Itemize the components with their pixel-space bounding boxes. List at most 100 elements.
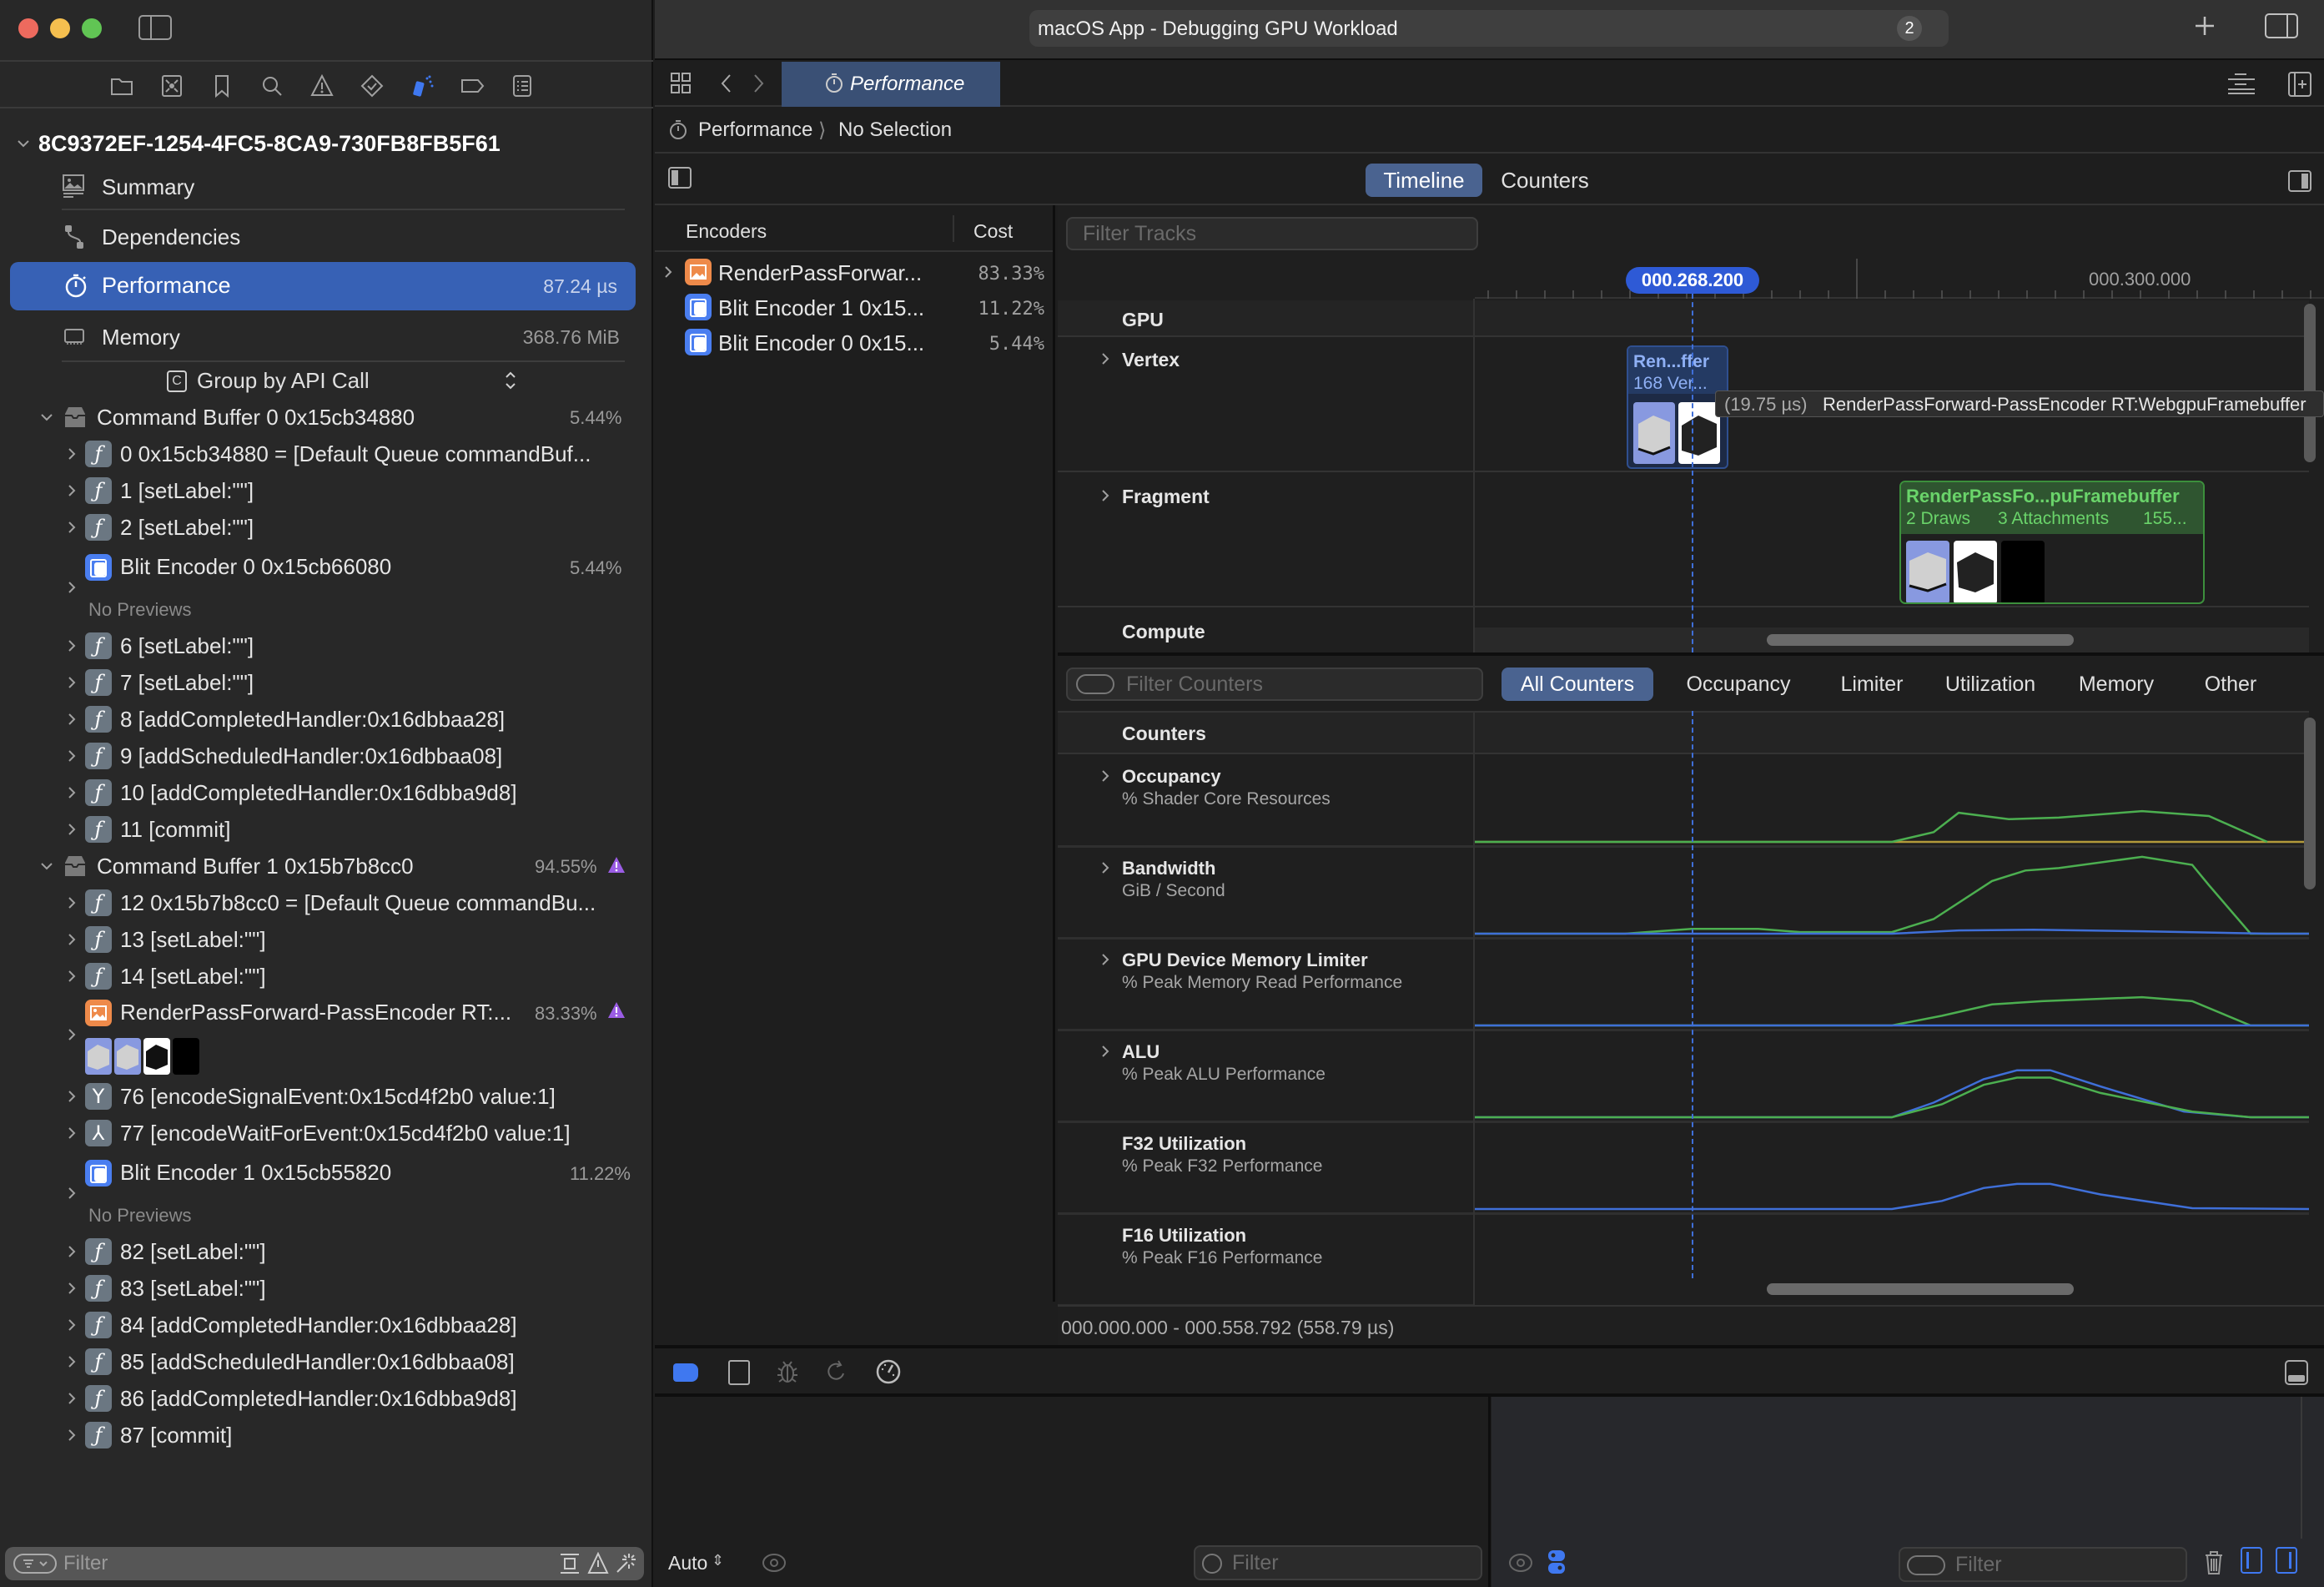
api-call-row[interactable]: ƒ 11 [commit] [0,811,653,848]
chevron-right-icon[interactable] [1097,859,1114,876]
chevron-right-icon[interactable] [63,1317,80,1333]
timeline-ruler[interactable]: 000.300.000 [1475,259,2324,299]
counter-tab-utilization[interactable]: Utilization [1929,668,2052,701]
chevron-right-icon[interactable] [63,1427,80,1443]
counter-graph[interactable] [1475,1031,2309,1121]
timeline-horizontal-scrollbar[interactable] [1767,634,2074,646]
chevron-right-icon[interactable] [63,1125,80,1141]
forward-icon[interactable] [750,72,767,95]
counter-row[interactable]: Occupancy% Shader Core Resources [1058,756,2309,848]
api-call-row[interactable]: ƒ 2 [setLabel:""] [0,509,653,546]
chevron-right-icon[interactable] [63,482,80,499]
sidebar-item-performance[interactable]: Performance 87.24 µs [10,262,636,310]
zoom-window-button[interactable] [82,18,102,38]
capture-root[interactable]: 8C9372EF-1254-4FC5-8CA9-730FB8FB5F61 [0,125,653,162]
attachment-thumbnail[interactable] [1633,402,1675,464]
add-icon[interactable] [2192,13,2217,38]
attachment-thumbnail[interactable] [85,1038,112,1075]
counter-tab-limiter[interactable]: Limiter [1820,668,1924,701]
chevron-right-icon[interactable] [1097,1043,1114,1060]
console-scrollbar[interactable] [2301,1397,2302,1539]
warning-icon[interactable] [607,856,626,874]
folder-icon[interactable] [109,73,134,98]
test-diamond-icon[interactable] [360,73,385,98]
magic-wand-icon[interactable] [614,1552,637,1575]
playhead-line[interactable] [1692,294,1693,652]
encoder-row[interactable]: RenderPassForwar... 83.33% [655,255,1053,289]
counters-vertical-scrollbar[interactable] [2304,718,2316,889]
search-icon[interactable] [259,73,284,98]
trash-icon[interactable] [2204,1550,2224,1575]
counters-horizontal-scrollbar[interactable] [1767,1283,2074,1295]
attachment-thumbnail[interactable] [114,1038,141,1075]
chevron-right-icon[interactable] [63,821,80,838]
counter-row[interactable]: ALU % Peak ALU Performance [1058,1031,2309,1123]
sidebar-item-summary[interactable]: Summary [0,169,653,205]
filter-options-icon[interactable] [1076,674,1114,694]
chevron-down-icon[interactable] [15,135,32,152]
counter-graph[interactable] [1475,848,2309,937]
counter-tab-occupancy[interactable]: Occupancy [1662,668,1815,701]
chevron-right-icon[interactable] [63,1353,80,1370]
chevron-right-icon[interactable] [1097,768,1114,784]
warning-icon[interactable] [607,1001,626,1020]
command-buffer-row[interactable]: Command Buffer 0 0x15cb34880 5.44% [0,399,653,436]
mode-counters[interactable]: Counters [1491,164,1599,197]
breadcrumb-performance[interactable]: Performance [698,118,812,142]
variables-filter-field[interactable]: Filter [1194,1545,1482,1580]
filter-options-icon[interactable] [1907,1555,1945,1575]
chevron-right-icon[interactable] [63,446,80,462]
breakpoint-icon[interactable] [460,73,485,98]
filter-tracks-field[interactable]: Filter Tracks [1066,217,1478,250]
toggle-left-panel-icon[interactable] [668,167,692,189]
console-filter-field[interactable]: Filter [1899,1547,2187,1582]
api-call-row[interactable]: ƒ 85 [addScheduledHandler:0x16dbbaa08] [0,1343,653,1380]
counter-tab-memory[interactable]: Memory [2057,668,2176,701]
vertex-encoder-block[interactable]: Ren...ffer 168 Ver... [1627,345,1728,469]
api-call-row[interactable]: ƒ 0 0x15cb34880 = [Default Queue commandB… [0,436,653,472]
reload-icon[interactable] [825,1358,848,1385]
back-icon[interactable] [718,72,735,95]
sidebar-item-dependencies[interactable]: Dependencies [0,219,653,255]
counter-tab-all-counters[interactable]: All Counters [1502,668,1653,701]
chevron-right-icon[interactable] [1097,350,1114,367]
attachment-thumbnail[interactable] [2001,541,2045,602]
api-call-row[interactable]: ƒ 8 [addCompletedHandler:0x16dbbaa28] [0,701,653,738]
chevron-right-icon[interactable] [63,931,80,948]
output-toggle-icon[interactable] [1547,1549,1567,1575]
breakpoints-toggle-icon[interactable] [673,1363,698,1382]
warning-filter-icon[interactable] [587,1552,609,1575]
api-call-row[interactable]: ƒ 82 [setLabel:""] [0,1233,653,1270]
eye-icon[interactable] [762,1552,787,1574]
api-call-row[interactable]: ƒ 86 [addCompletedHandler:0x16dbba9d8] [0,1380,653,1417]
variables-scope-popup[interactable]: Auto [668,1552,707,1574]
filter-options-icon[interactable] [13,1554,57,1574]
column-header-cost[interactable]: Cost [973,220,1013,243]
attachment-thumbnail[interactable] [1906,541,1949,602]
toggle-debug-area-icon[interactable] [2285,1360,2308,1385]
toggle-right-panel-icon[interactable] [2288,170,2311,192]
api-call-row[interactable]: ƒ 83 [setLabel:""] [0,1270,653,1307]
chevron-right-icon[interactable] [63,637,80,654]
chevron-right-icon[interactable] [63,519,80,536]
encoder-row[interactable]: Blit Encoder 0 0x15... 5.44% [655,325,1053,359]
api-call-row[interactable]: ƒ 14 [setLabel:""] [0,958,653,995]
counter-graph[interactable] [1475,756,2309,845]
filter-counters-field[interactable]: Filter Counters [1066,668,1483,701]
chevron-right-icon[interactable] [63,894,80,911]
issue-count-badge[interactable]: 2 [1897,16,1922,41]
sidebar-item-memory[interactable]: Memory 368.76 MiB [0,319,653,355]
device-icon[interactable] [728,1360,750,1385]
show-variables-icon[interactable] [2241,1547,2262,1574]
counter-graph[interactable] [1475,940,2309,1029]
chevron-down-icon[interactable] [38,409,55,426]
add-editor-icon[interactable] [2288,72,2311,97]
activity-view[interactable]: macOS App - Debugging GPU Workload 2 [1029,10,1949,47]
blit-encoder-row[interactable]: Blit Encoder 1 0x15cb55820 11.22% No Previ… [0,1151,653,1233]
chevron-right-icon[interactable] [63,711,80,728]
counter-graph[interactable] [1475,1123,2309,1212]
toggle-navigator-icon[interactable] [138,15,172,40]
playhead-time-badge[interactable]: 000.268.200 [1626,267,1759,294]
chevron-updown-icon[interactable]: ⇕ [712,1552,724,1569]
hierarchy-icon[interactable] [559,1552,581,1575]
